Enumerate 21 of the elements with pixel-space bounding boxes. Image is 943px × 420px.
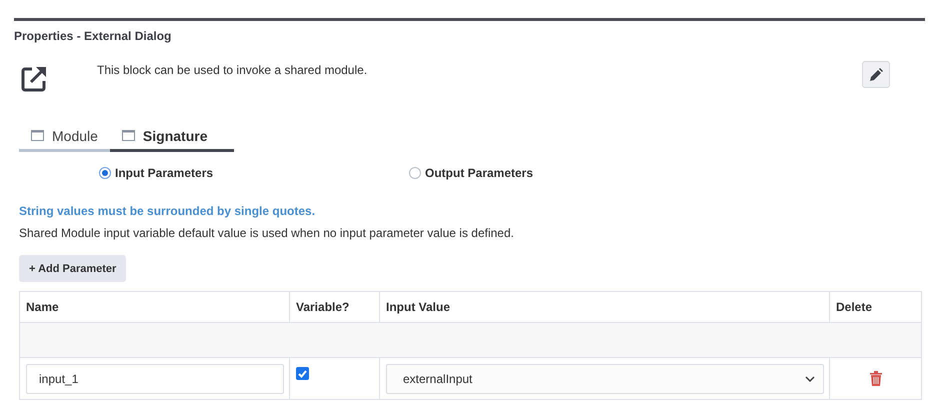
radio-option[interactable]: Input Parameters <box>99 166 409 180</box>
chevron-down-icon <box>805 376 815 382</box>
variable-checkbox[interactable] <box>296 367 309 380</box>
info-note: Shared Module input variable default value is used when no input parameter value is defined. <box>19 226 514 240</box>
name-field[interactable]: input_1 <box>26 364 284 394</box>
add-parameter-button[interactable]: + Add Parameter <box>19 255 126 282</box>
edit-button[interactable] <box>862 61 890 88</box>
column-header: Input Value <box>380 292 830 322</box>
input-value-dropdown[interactable]: externalInput <box>386 364 824 394</box>
external-link-icon <box>20 65 48 93</box>
tab[interactable]: Module <box>19 122 110 152</box>
tab[interactable]: Signature <box>110 122 234 152</box>
window-icon <box>31 130 44 141</box>
description-text: This block can be used to invoke a shared module. <box>97 63 368 77</box>
column-header: Name <box>20 292 290 322</box>
panel-title: Properties - External Dialog <box>14 29 172 43</box>
warning-note: String values must be surrounded by single quotes. <box>19 204 316 218</box>
window-icon <box>122 130 135 141</box>
pencil-icon <box>869 68 883 82</box>
radio-option[interactable]: Output Parameters <box>409 166 719 180</box>
trash-icon[interactable] <box>870 371 882 386</box>
